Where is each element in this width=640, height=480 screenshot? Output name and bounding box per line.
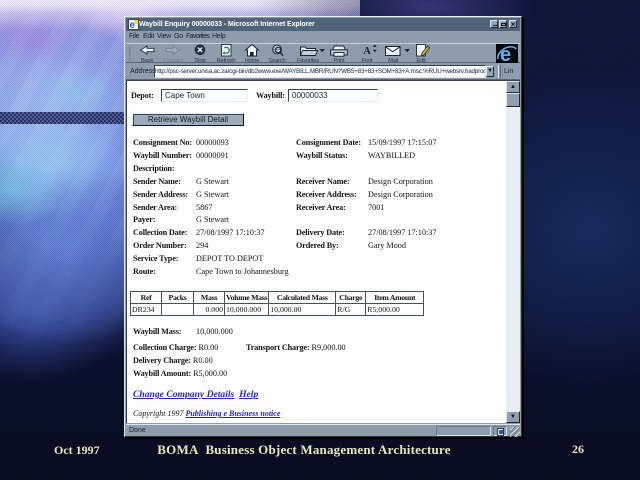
svg-text:A: A: [363, 46, 371, 57]
svg-text:e: e: [130, 20, 136, 29]
